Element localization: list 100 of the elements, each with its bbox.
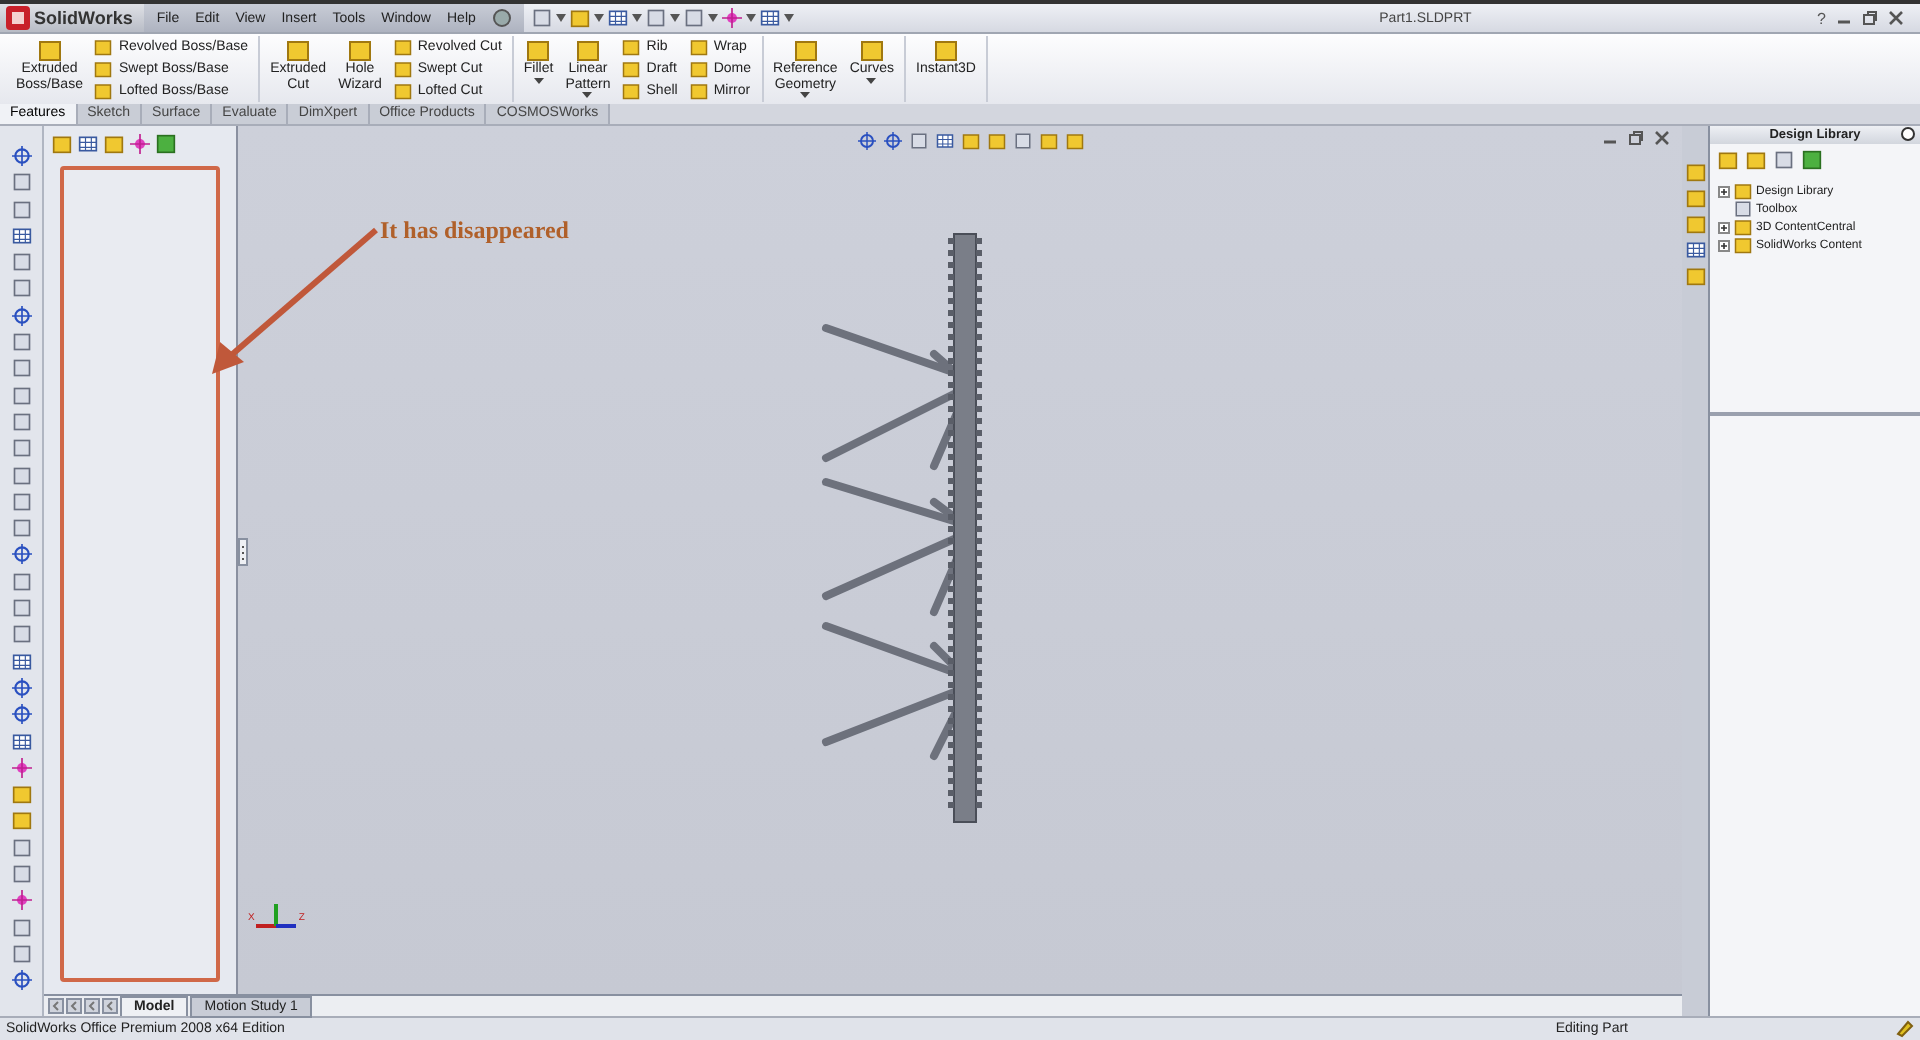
target-icon[interactable] <box>857 132 875 150</box>
target-icon[interactable] <box>11 677 31 698</box>
square-icon[interactable] <box>11 252 31 273</box>
square-icon[interactable] <box>11 465 31 486</box>
expand-icon[interactable] <box>1718 239 1730 251</box>
caret-icon[interactable] <box>631 14 642 22</box>
restore-icon[interactable] <box>1862 10 1878 26</box>
square-icon[interactable] <box>11 598 31 619</box>
crosshair-icon[interactable] <box>130 134 150 154</box>
collapse-handle-icon[interactable] <box>238 538 248 566</box>
box-icon[interactable] <box>622 81 641 99</box>
square-icon[interactable] <box>11 624 31 645</box>
navigation-arrow-icon[interactable] <box>102 998 118 1014</box>
crosshair-icon[interactable] <box>11 757 31 778</box>
table-icon[interactable] <box>78 134 98 154</box>
target-icon[interactable] <box>883 132 901 150</box>
box-icon[interactable] <box>52 134 72 154</box>
box-icon[interactable] <box>1065 132 1083 150</box>
box-icon[interactable] <box>689 59 708 77</box>
square-icon[interactable] <box>909 132 927 150</box>
box-icon[interactable] <box>347 38 372 62</box>
box-icon[interactable] <box>1734 182 1752 200</box>
target-icon[interactable] <box>11 146 31 166</box>
square-icon[interactable] <box>11 518 31 539</box>
table-icon[interactable] <box>607 8 628 28</box>
box-icon[interactable] <box>1746 150 1766 170</box>
box-icon[interactable] <box>104 134 124 154</box>
box-icon[interactable] <box>393 37 412 55</box>
navigation-arrow-icon[interactable] <box>66 998 82 1014</box>
box-icon[interactable] <box>961 132 979 150</box>
box-icon[interactable] <box>575 38 600 62</box>
target-icon[interactable] <box>11 970 31 991</box>
square-icon[interactable] <box>11 491 31 512</box>
square-icon[interactable] <box>11 837 31 858</box>
help-button[interactable]: ? <box>1817 9 1826 27</box>
square-icon[interactable] <box>1774 150 1794 170</box>
caret-icon[interactable] <box>800 92 811 98</box>
box-icon[interactable] <box>94 37 113 55</box>
box-icon[interactable] <box>987 132 1005 150</box>
box-icon[interactable] <box>689 37 708 55</box>
box-icon[interactable] <box>11 784 31 805</box>
square-icon[interactable] <box>11 571 31 592</box>
caret-icon[interactable] <box>555 14 566 22</box>
expand-icon[interactable] <box>1718 221 1730 233</box>
box-icon[interactable] <box>286 38 311 62</box>
box-icon[interactable] <box>526 38 551 62</box>
box-icon[interactable] <box>37 38 62 62</box>
square-icon[interactable] <box>1013 132 1031 150</box>
box-icon[interactable] <box>859 38 884 62</box>
crosshair-icon[interactable] <box>721 8 742 28</box>
tile-icon[interactable] <box>1802 150 1822 170</box>
expand-icon[interactable] <box>1718 185 1730 197</box>
close-icon[interactable] <box>1888 10 1904 26</box>
caret-icon[interactable] <box>533 77 544 83</box>
square-icon[interactable] <box>11 358 31 379</box>
restore-icon[interactable] <box>1628 130 1644 146</box>
box-icon[interactable] <box>569 8 590 28</box>
box-icon[interactable] <box>1734 218 1752 236</box>
box-icon[interactable] <box>393 81 412 99</box>
square-icon[interactable] <box>11 199 31 220</box>
box-icon[interactable] <box>622 37 641 55</box>
square-icon[interactable] <box>11 438 31 459</box>
close-icon[interactable] <box>1654 130 1670 146</box>
navigation-arrow-icon[interactable] <box>84 998 100 1014</box>
navigation-arrow-icon[interactable] <box>48 998 64 1014</box>
box-icon[interactable] <box>1039 132 1057 150</box>
box-icon[interactable] <box>1685 162 1705 182</box>
box-icon[interactable] <box>11 810 31 831</box>
caret-icon[interactable] <box>866 77 877 83</box>
caret-icon[interactable] <box>669 14 680 22</box>
box-icon[interactable] <box>1685 188 1705 208</box>
box-icon[interactable] <box>94 59 113 77</box>
caret-icon[interactable] <box>745 14 756 22</box>
target-icon[interactable] <box>11 544 31 565</box>
table-icon[interactable] <box>935 132 953 150</box>
square-icon[interactable] <box>11 278 31 299</box>
box-icon[interactable] <box>393 59 412 77</box>
box-icon[interactable] <box>689 81 708 99</box>
target-icon[interactable] <box>11 305 31 326</box>
table-icon[interactable] <box>11 731 31 752</box>
square-icon[interactable] <box>1734 200 1752 218</box>
square-icon[interactable] <box>11 943 31 964</box>
crosshair-icon[interactable] <box>11 890 31 911</box>
square-icon[interactable] <box>645 8 666 28</box>
table-icon[interactable] <box>11 651 31 672</box>
square-icon[interactable] <box>11 332 31 353</box>
square-icon[interactable] <box>11 864 31 885</box>
table-icon[interactable] <box>11 225 31 246</box>
box-icon[interactable] <box>1734 236 1752 254</box>
box-icon[interactable] <box>94 81 113 99</box>
box-icon[interactable] <box>934 38 958 62</box>
box-icon[interactable] <box>622 59 641 77</box>
caret-icon[interactable] <box>582 92 593 98</box>
square-icon[interactable] <box>683 8 704 28</box>
target-icon[interactable] <box>11 704 31 725</box>
square-icon[interactable] <box>11 411 31 432</box>
table-icon[interactable] <box>759 8 780 28</box>
square-icon[interactable] <box>11 917 31 938</box>
tile-icon[interactable] <box>156 134 176 154</box>
caret-icon[interactable] <box>593 14 604 22</box>
